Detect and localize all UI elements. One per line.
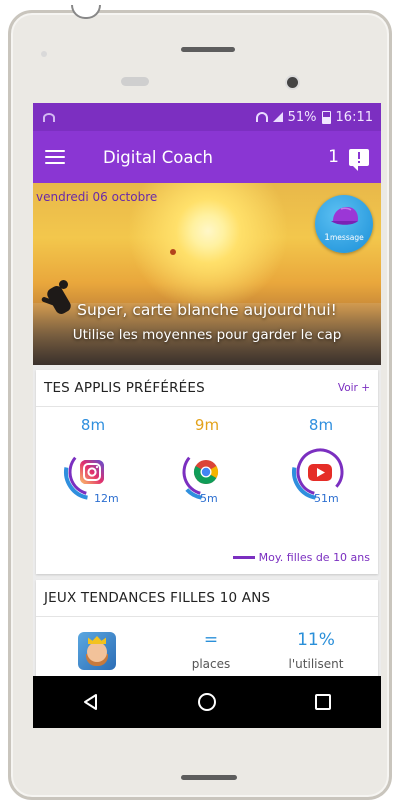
signal-icon	[272, 112, 283, 122]
phone-screen: 51% 16:11 Digital Coach 1 vendredi 06 oc…	[33, 103, 381, 728]
average-time: 8m	[308, 416, 334, 434]
places-value: =	[203, 630, 219, 650]
see-more-link[interactable]: Voir +	[338, 382, 370, 394]
apps-row: 8m 12m 9m 5m 8m 51m	[36, 416, 378, 516]
trending-games-title: JEUX TENDANCES FILLES 10 ANS	[44, 590, 271, 606]
usage-label: l'utilisent	[288, 657, 344, 671]
daily-hero-banner: vendredi 06 octobre 1message Super, cart…	[33, 183, 381, 365]
user-time: 12m	[94, 492, 119, 505]
notification-icon	[43, 112, 55, 122]
status-indicators: 51% 16:11	[255, 109, 373, 125]
battery-icon	[321, 110, 331, 124]
chat-icon[interactable]	[349, 148, 369, 171]
app-bar: Digital Coach 1	[33, 131, 381, 183]
message-count: 1	[328, 147, 339, 167]
recents-icon[interactable]	[311, 690, 335, 714]
badge-text: 1message	[315, 233, 373, 243]
favorite-apps-header: TES APPLIS PRÉFÉRÉES Voir +	[36, 370, 378, 407]
battery-percent: 51%	[287, 109, 317, 125]
favorite-apps-card: TES APPLIS PRÉFÉRÉES Voir + 8m 12m 9m 5m…	[36, 370, 378, 574]
average-time: 8m	[80, 416, 106, 434]
chrome-icon	[193, 460, 219, 485]
back-icon[interactable]	[79, 690, 103, 714]
app-title: Digital Coach	[103, 147, 214, 167]
instagram-icon	[80, 460, 104, 484]
app-usage-chrome[interactable]: 9m 5m	[150, 416, 264, 516]
message-badge[interactable]: 1message	[315, 195, 373, 253]
app-usage-youtube[interactable]: 8m 51m	[264, 416, 378, 516]
device-arc	[71, 5, 101, 19]
player-head	[59, 280, 68, 289]
usage-stat: 11% l'utilisent	[276, 630, 356, 671]
usage-value: 11%	[297, 630, 335, 650]
ball	[170, 249, 176, 255]
navigation-bar	[33, 676, 381, 728]
favorite-apps-title: TES APPLIS PRÉFÉRÉES	[44, 380, 205, 396]
wifi-icon	[255, 112, 268, 122]
badge-label: message	[330, 233, 364, 242]
led-indicator	[41, 51, 47, 57]
earpiece-speaker	[181, 47, 235, 52]
app-usage-instagram[interactable]: 8m 12m	[36, 416, 150, 516]
proximity-sensor	[121, 77, 149, 86]
status-bar: 51% 16:11	[33, 103, 381, 131]
hero-subline: Utilise les moyennes pour garder le cap	[72, 327, 342, 343]
youtube-icon	[305, 457, 335, 487]
clock: 16:11	[335, 109, 373, 125]
home-icon[interactable]	[195, 690, 219, 714]
average-time: 9m	[194, 416, 220, 434]
legend-swatch	[232, 556, 255, 559]
places-stat: = places	[176, 630, 246, 671]
cap-icon	[331, 207, 358, 225]
legend-label: Moy. filles de 10 ans	[258, 551, 370, 564]
user-time: 51m	[314, 492, 339, 505]
legend: Moy. filles de 10 ans	[232, 551, 370, 564]
user-time: 5m	[200, 492, 218, 505]
places-label: places	[191, 657, 231, 671]
menu-icon[interactable]	[45, 150, 65, 164]
hero-headline: Super, carte blanche aujourd'hui!	[77, 301, 337, 319]
front-camera	[287, 77, 298, 88]
hero-date: vendredi 06 octobre	[36, 190, 158, 204]
clash-royale-icon	[78, 632, 116, 670]
bottom-speaker	[181, 775, 237, 780]
trending-games-header: JEUX TENDANCES FILLES 10 ANS	[36, 580, 378, 617]
